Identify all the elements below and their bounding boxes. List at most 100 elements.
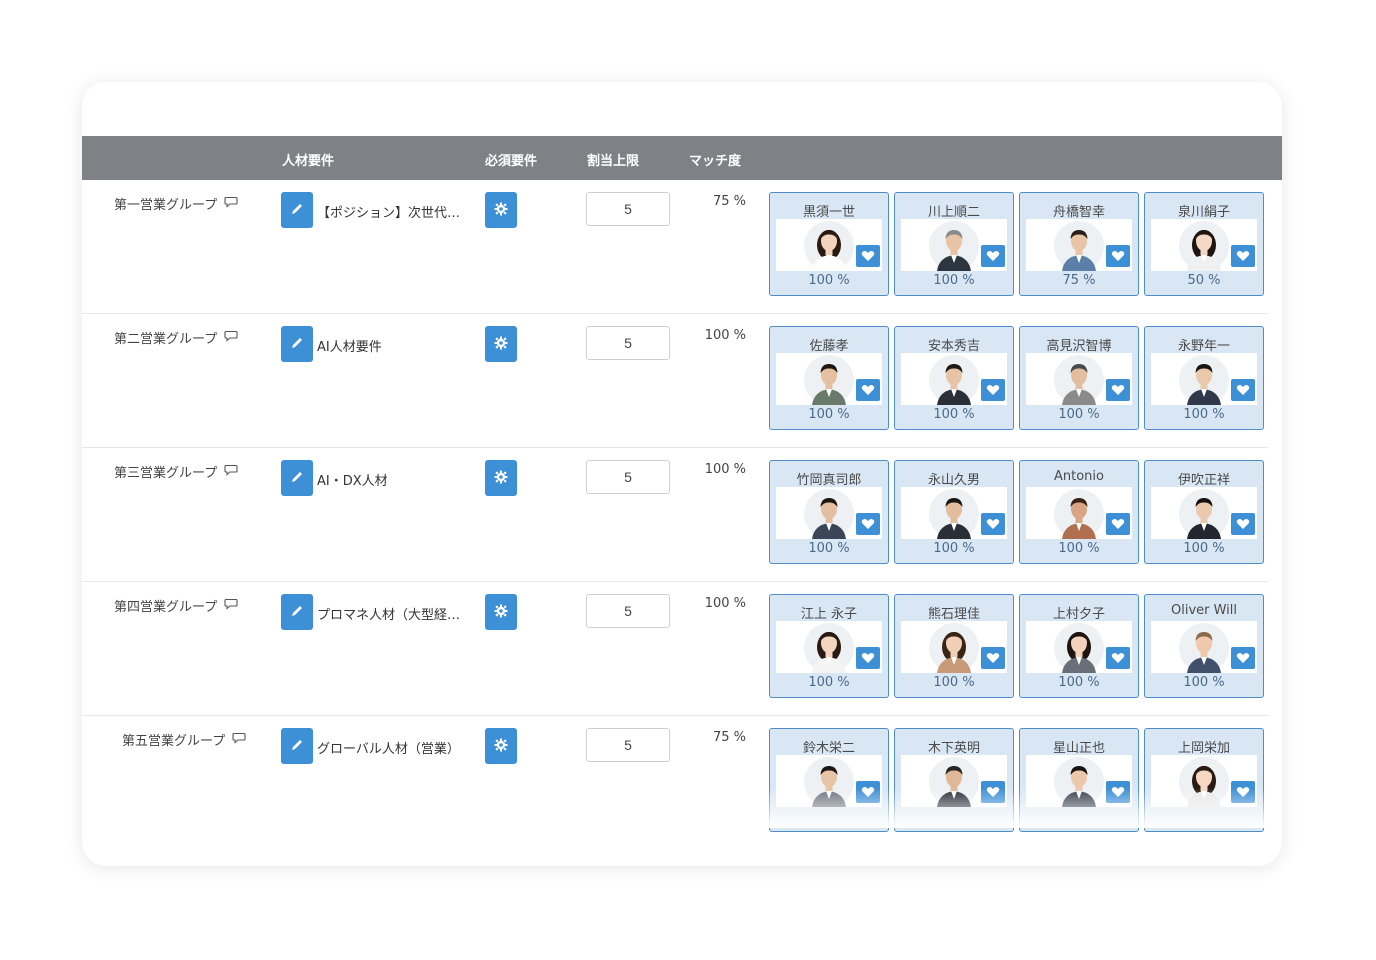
candidate-card[interactable]: 川上順二 100 % [894,192,1014,296]
portrait-photo [1179,355,1229,405]
candidate-name: 星山正也 [1052,741,1105,756]
assignment-limit-input[interactable] [586,326,670,360]
requirement-name: プロマネ人材（大型経… [317,608,461,623]
favorite-button[interactable] [1231,379,1255,401]
pencil-icon [290,737,304,756]
favorite-button[interactable] [856,379,880,401]
pencil-icon [290,335,304,354]
candidate-card[interactable]: 永野年一 100 % [1144,326,1264,430]
comment-icon[interactable] [224,330,238,346]
group-row: 第一営業グループ 【ポジション】次世代… 75 % 黒須一世 100 % 川上順… [82,180,1282,314]
favorite-button[interactable] [1231,513,1255,535]
candidate-card[interactable]: 佐藤孝 100 % [769,326,889,430]
comment-icon[interactable] [224,196,238,212]
pencil-icon [290,469,304,488]
heart-icon [986,649,1000,668]
candidate-score: 100 % [808,541,850,556]
heart-icon [861,515,875,534]
portrait-photo [1179,221,1229,271]
requirement-name: 【ポジション】次世代… [317,206,461,221]
candidate-card[interactable]: 竹岡真司郎 100 % [769,460,889,564]
edit-requirement-button[interactable] [281,326,313,362]
group-row: 第二営業グループ AI人材要件 100 % 佐藤孝 100 % 安本秀吉 [82,314,1282,448]
candidate-name: 永野年一 [1177,339,1230,354]
edit-requirement-button[interactable] [281,594,313,630]
candidate-card[interactable]: 安本秀吉 100 % [894,326,1014,430]
edit-requirement-button[interactable] [281,728,313,764]
mandatory-settings-button[interactable] [485,326,517,362]
candidate-name: 木下英明 [927,741,980,756]
group-name-text: 第二営業グループ [114,332,218,347]
assignment-limit-input[interactable] [586,594,670,628]
portrait-photo [1179,623,1229,673]
mandatory-settings-button[interactable] [485,728,517,764]
assignment-limit-input[interactable] [586,460,670,494]
favorite-button[interactable] [1231,245,1255,267]
gear-icon [494,737,508,756]
comment-icon[interactable] [232,732,246,748]
favorite-button[interactable] [1106,379,1130,401]
favorite-button[interactable] [981,245,1005,267]
portrait-photo [1179,489,1229,539]
candidate-card[interactable]: Oliver Will 100 % [1144,594,1264,698]
candidate-score: 100 % [1183,675,1225,690]
candidate-score: 75 % [1062,273,1096,288]
candidate-card[interactable]: 永山久男 100 % [894,460,1014,564]
favorite-button[interactable] [1231,647,1255,669]
favorite-button[interactable] [1106,245,1130,267]
favorite-button[interactable] [856,647,880,669]
favorite-button[interactable] [981,647,1005,669]
candidate-card[interactable]: 上村夕子 100 % [1019,594,1139,698]
group-name-text: 第四営業グループ [114,600,218,615]
candidate-name: 上岡栄加 [1177,741,1230,756]
portrait-photo [804,489,854,539]
pencil-icon [290,201,304,220]
candidate-card[interactable]: Antonio 100 % [1019,460,1139,564]
favorite-button[interactable] [1106,647,1130,669]
candidate-name: 舟橋智幸 [1052,205,1105,220]
comment-icon[interactable] [224,464,238,480]
portrait-photo [1054,623,1104,673]
heart-icon [861,247,875,266]
candidate-name: 熊石理佳 [927,607,980,622]
candidate-card[interactable]: 黒須一世 100 % [769,192,889,296]
match-rate: 100 % [704,462,746,477]
mandatory-settings-button[interactable] [485,460,517,496]
candidate-score: 100 % [1183,541,1225,556]
favorite-button[interactable] [981,379,1005,401]
candidate-card[interactable]: 舟橋智幸 75 % [1019,192,1139,296]
comment-icon[interactable] [224,598,238,614]
candidate-card[interactable]: 伊吹正祥 100 % [1144,460,1264,564]
edit-requirement-button[interactable] [281,192,313,228]
edit-requirement-button[interactable] [281,460,313,496]
candidate-name: 鈴木栄二 [802,741,855,756]
portrait-photo [1054,355,1104,405]
heart-icon [1111,247,1125,266]
heart-icon [1236,649,1250,668]
favorite-button[interactable] [856,513,880,535]
candidate-card[interactable]: 熊石理佳 100 % [894,594,1014,698]
favorite-button[interactable] [856,245,880,267]
candidate-score: 100 % [1183,407,1225,422]
candidate-score: 100 % [933,407,975,422]
candidate-score: 100 % [933,675,975,690]
candidate-score: 100 % [808,407,850,422]
assignment-limit-input[interactable] [586,728,670,762]
mandatory-settings-button[interactable] [485,594,517,630]
gear-icon [494,469,508,488]
gear-icon [494,603,508,622]
favorite-button[interactable] [981,513,1005,535]
candidate-name: 高見沢智博 [1046,339,1112,354]
candidate-name: 上村夕子 [1052,607,1105,622]
candidate-card[interactable]: 江上 永子 100 % [769,594,889,698]
candidate-card[interactable]: 泉川絹子 50 % [1144,192,1264,296]
favorite-button[interactable] [1106,513,1130,535]
candidate-card[interactable]: 高見沢智博 100 % [1019,326,1139,430]
scroll-fade [762,788,1282,828]
mandatory-settings-button[interactable] [485,192,517,228]
candidate-name: 永山久男 [927,473,980,488]
portrait-photo [1054,489,1104,539]
table-header: 人材要件 必須要件 割当上限 マッチ度 [82,136,1282,180]
group-name-text: 第五営業グループ [122,734,226,749]
assignment-limit-input[interactable] [586,192,670,226]
